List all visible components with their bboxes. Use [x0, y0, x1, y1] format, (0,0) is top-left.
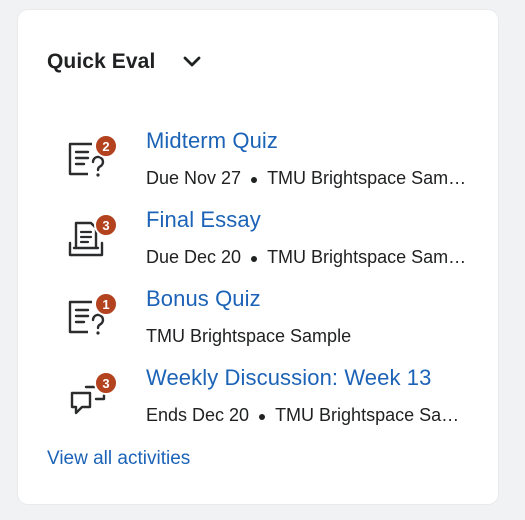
chevron-down-icon[interactable] [181, 51, 203, 73]
view-all-activities-link[interactable]: View all activities [47, 448, 190, 470]
assignment-dropbox-icon: 3 [66, 213, 118, 261]
activity-course: TMU Brightspace Sample [267, 247, 468, 267]
separator-dot [251, 255, 258, 262]
activity-item: 1 Bonus Quiz TMU Brightspace Sample [18, 286, 498, 364]
activity-item: 3 Weekly Discussion: Week 13 Ends Dec 20… [18, 365, 498, 443]
unread-count-badge: 2 [94, 134, 118, 158]
unread-count-badge: 3 [94, 371, 118, 395]
quick-eval-widget: Quick Eval 2 Midterm Quiz Due Nov 27 TMU… [18, 10, 498, 504]
widget-header: Quick Eval [47, 47, 203, 77]
activity-course: TMU Brightspace Sample [267, 168, 468, 188]
activity-meta: Ends Dec 20 TMU Brightspace Sample [146, 405, 468, 426]
quiz-icon: 2 [66, 134, 118, 182]
unread-count-badge: 3 [94, 213, 118, 237]
quiz-icon: 1 [66, 292, 118, 340]
separator-dot [251, 176, 258, 183]
activity-course: TMU Brightspace Sample [146, 326, 352, 346]
activity-title-link[interactable]: Final Essay [146, 207, 261, 233]
activity-course: TMU Brightspace Sample [275, 405, 468, 425]
separator-dot [259, 413, 266, 420]
activity-due-date: Due Dec 20 [146, 247, 242, 267]
activity-meta: TMU Brightspace Sample [146, 326, 468, 347]
activity-title-link[interactable]: Midterm Quiz [146, 128, 278, 154]
discussion-icon: 3 [66, 371, 118, 419]
unread-count-badge: 1 [94, 292, 118, 316]
activity-item: 3 Final Essay Due Dec 20 TMU Brightspace… [18, 207, 498, 285]
activity-item: 2 Midterm Quiz Due Nov 27 TMU Brightspac… [18, 128, 498, 206]
activity-meta: Due Dec 20 TMU Brightspace Sample [146, 247, 468, 268]
widget-title: Quick Eval [47, 50, 156, 73]
activity-due-date: Ends Dec 20 [146, 405, 250, 425]
activity-meta: Due Nov 27 TMU Brightspace Sample [146, 168, 468, 189]
activity-title-link[interactable]: Bonus Quiz [146, 286, 261, 312]
activity-title-link[interactable]: Weekly Discussion: Week 13 [146, 365, 431, 391]
activity-due-date: Due Nov 27 [146, 168, 242, 188]
